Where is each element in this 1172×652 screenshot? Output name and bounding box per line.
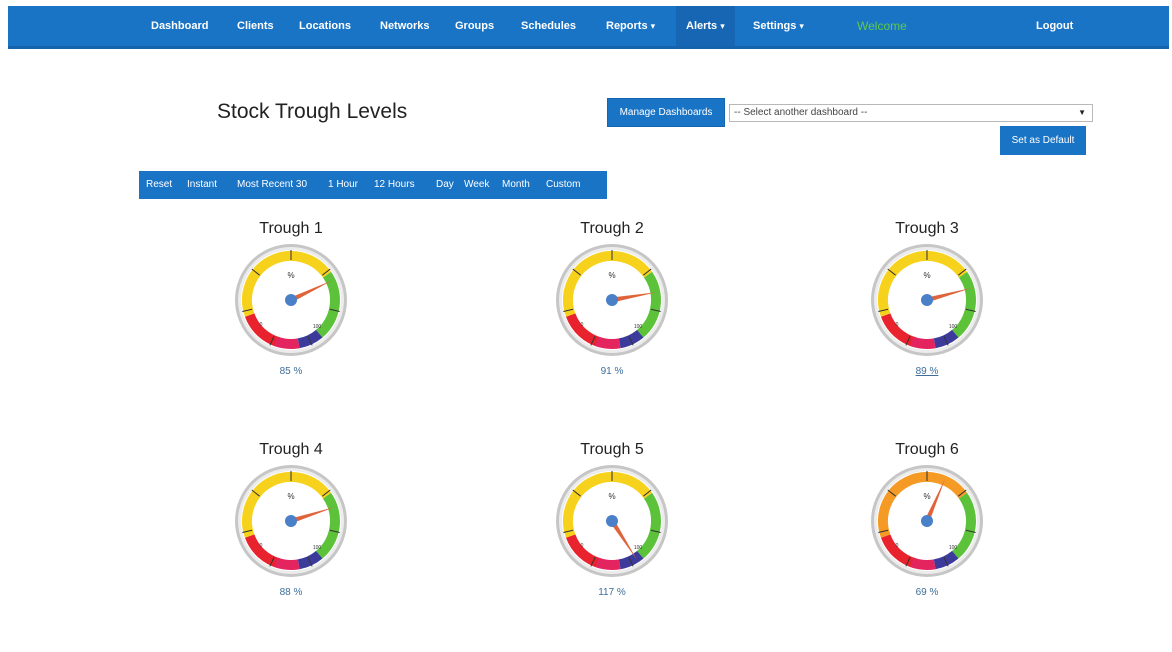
gauge-max-label: 100 xyxy=(949,545,958,551)
dashboard-select-value: -- Select another dashboard -- xyxy=(734,107,868,118)
gauge-dial: % 0 100 xyxy=(235,465,347,577)
gauge-value: 117 % xyxy=(598,587,626,598)
range-week[interactable]: Week xyxy=(464,171,489,199)
nav-schedules[interactable]: Schedules xyxy=(521,6,576,46)
top-navbar: Dashboard Clients Locations Networks Gro… xyxy=(8,6,1169,49)
nav-locations[interactable]: Locations xyxy=(299,6,351,46)
range-reset[interactable]: Reset xyxy=(146,171,172,199)
chevron-down-icon: ▾ xyxy=(650,21,656,31)
nav-alerts-label: Alerts xyxy=(686,20,718,32)
nav-settings-label: Settings xyxy=(753,20,797,32)
gauge-dial: % 0 100 xyxy=(556,465,668,577)
gauge-max-label: 100 xyxy=(949,324,958,330)
gauge-band xyxy=(274,336,300,349)
gauge-value: 85 % xyxy=(279,366,303,377)
gauge-unit-label: % xyxy=(923,492,930,501)
gauge-title: Trough 6 xyxy=(895,441,959,458)
range-most-recent-30[interactable]: Most Recent 30 xyxy=(237,171,307,199)
gauge-hub xyxy=(606,515,618,527)
gauge-card: Trough 1 % 0 100 85 % xyxy=(181,220,401,420)
gauge-min-label: 0 xyxy=(581,543,584,549)
range-custom[interactable]: Custom xyxy=(546,171,580,199)
dashboard-select[interactable]: -- Select another dashboard -- ▼ xyxy=(729,104,1093,122)
gauge-card: Trough 2 % 0 100 91 % xyxy=(502,220,722,420)
gauge-dial: % 0 100 xyxy=(871,244,983,356)
gauge-value: 91 % xyxy=(600,366,624,377)
manage-dashboards-button[interactable]: Manage Dashboards xyxy=(607,98,725,127)
nav-reports-label: Reports xyxy=(606,20,648,32)
set-as-default-button[interactable]: Set as Default xyxy=(1000,126,1086,155)
gauge-max-label: 100 xyxy=(634,545,643,551)
gauge-unit-label: % xyxy=(287,271,294,280)
gauge-title: Trough 4 xyxy=(259,441,323,458)
gauge-band xyxy=(910,557,936,570)
gauge-hub xyxy=(921,294,933,306)
nav-alerts-dropdown[interactable]: Alerts ▾ xyxy=(676,6,735,46)
gauge-min-label: 0 xyxy=(581,322,584,328)
range-instant[interactable]: Instant xyxy=(187,171,217,199)
nav-clients[interactable]: Clients xyxy=(237,6,274,46)
gauge-value-link[interactable]: 89 % xyxy=(817,366,1037,377)
gauge-card: Trough 4 % 0 100 88 % xyxy=(181,441,401,641)
gauge-card: Trough 3 % 0 100 89 % xyxy=(817,220,1037,420)
gauge-min-label: 0 xyxy=(260,543,263,549)
gauge-value: 69 % xyxy=(915,587,939,598)
gauge-card: Trough 6 % 0 100 69 % xyxy=(817,441,1037,641)
gauge-title: Trough 5 xyxy=(580,441,644,458)
gauge-dial: % 0 100 xyxy=(556,244,668,356)
gauge-title: Trough 2 xyxy=(580,220,644,237)
chevron-down-icon: ▾ xyxy=(720,21,725,31)
nav-networks[interactable]: Networks xyxy=(380,6,430,46)
gauge-card: Trough 5 % 0 100 117 % xyxy=(502,441,722,641)
range-12-hours[interactable]: 12 Hours xyxy=(374,171,415,199)
gauge-value: 88 % xyxy=(279,587,303,598)
gauge-unit-label: % xyxy=(608,271,615,280)
dropdown-arrow-icon: ▼ xyxy=(1078,108,1086,117)
range-1-hour[interactable]: 1 Hour xyxy=(328,171,358,199)
gauge-unit-label: % xyxy=(923,271,930,280)
nav-groups[interactable]: Groups xyxy=(455,6,494,46)
gauge-hub xyxy=(285,515,297,527)
gauge-band xyxy=(274,557,300,570)
gauge-max-label: 100 xyxy=(313,545,322,551)
gauge-hub xyxy=(921,515,933,527)
page-title: Stock Trough Levels xyxy=(217,100,408,123)
range-month[interactable]: Month xyxy=(502,171,530,199)
gauge-min-label: 0 xyxy=(896,543,899,549)
gauge-dial: % 0 100 xyxy=(871,465,983,577)
time-range-bar: Reset Instant Most Recent 30 1 Hour 12 H… xyxy=(139,171,607,199)
gauge-min-label: 0 xyxy=(896,322,899,328)
chevron-down-icon: ▾ xyxy=(799,21,804,31)
gauge-title: Trough 1 xyxy=(259,220,323,237)
gauge-hub xyxy=(606,294,618,306)
nav-settings-dropdown[interactable]: Settings ▾ xyxy=(753,6,804,46)
gauge-unit-label: % xyxy=(608,492,615,501)
gauge-unit-label: % xyxy=(287,492,294,501)
gauge-band xyxy=(910,336,936,349)
gauge-dial: % 0 100 xyxy=(235,244,347,356)
gauge-band xyxy=(595,336,621,349)
welcome-text: Welcome xyxy=(857,19,907,33)
gauge-hub xyxy=(285,294,297,306)
nav-dashboard[interactable]: Dashboard xyxy=(151,6,208,46)
range-day[interactable]: Day xyxy=(436,171,454,199)
gauge-max-label: 100 xyxy=(313,324,322,330)
nav-logout[interactable]: Logout xyxy=(1036,6,1073,46)
gauge-min-label: 0 xyxy=(260,322,263,328)
gauge-title: Trough 3 xyxy=(895,220,959,237)
gauge-max-label: 100 xyxy=(634,324,643,330)
gauge-band xyxy=(595,557,621,570)
nav-reports-dropdown[interactable]: Reports ▾ xyxy=(606,6,655,46)
